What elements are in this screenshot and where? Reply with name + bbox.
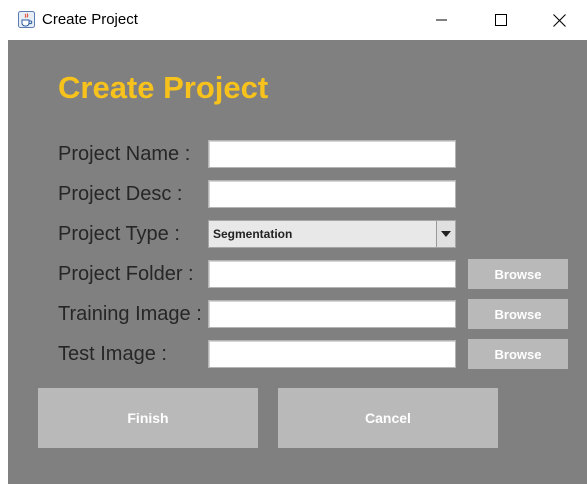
project-desc-field[interactable] xyxy=(208,180,456,208)
form-panel: Create Project Project Name : Project De… xyxy=(8,40,587,484)
dropdown-arrow-button[interactable] xyxy=(436,221,455,247)
create-project-window: Create Project Create Project Project Na… xyxy=(0,0,587,484)
cancel-button[interactable]: Cancel xyxy=(278,388,498,448)
window-title: Create Project xyxy=(42,11,138,28)
project-folder-field[interactable] xyxy=(208,260,456,288)
test-image-label: Test Image : xyxy=(58,343,167,365)
close-icon xyxy=(552,13,566,27)
form-heading: Create Project xyxy=(58,70,269,105)
project-type-dropdown[interactable]: Segmentation xyxy=(208,220,456,248)
project-name-input[interactable] xyxy=(209,141,455,167)
title-bar: Create Project xyxy=(0,0,587,40)
project-name-label: Project Name : xyxy=(58,143,191,165)
browse-test-image-button[interactable]: Browse xyxy=(468,339,568,369)
test-image-field[interactable] xyxy=(208,340,456,368)
java-cup-icon xyxy=(18,11,35,28)
close-button[interactable] xyxy=(531,0,587,40)
training-image-input[interactable] xyxy=(209,301,455,327)
maximize-button[interactable] xyxy=(473,0,529,40)
project-desc-label: Project Desc : xyxy=(58,183,183,205)
training-image-field[interactable] xyxy=(208,300,456,328)
project-type-selected-value: Segmentation xyxy=(213,227,293,241)
minimize-button[interactable] xyxy=(414,0,470,40)
minimize-icon xyxy=(436,19,447,21)
project-desc-input[interactable] xyxy=(209,181,455,207)
training-image-label: Training Image : xyxy=(58,303,202,325)
test-image-input[interactable] xyxy=(209,341,455,367)
finish-button[interactable]: Finish xyxy=(38,388,258,448)
project-folder-input[interactable] xyxy=(209,261,455,287)
project-folder-label: Project Folder : xyxy=(58,263,194,285)
chevron-down-icon xyxy=(441,231,451,237)
maximize-icon xyxy=(495,14,507,26)
browse-project-folder-button[interactable]: Browse xyxy=(468,259,568,289)
browse-training-image-button[interactable]: Browse xyxy=(468,299,568,329)
project-name-field[interactable] xyxy=(208,140,456,168)
project-type-label: Project Type : xyxy=(58,223,180,245)
